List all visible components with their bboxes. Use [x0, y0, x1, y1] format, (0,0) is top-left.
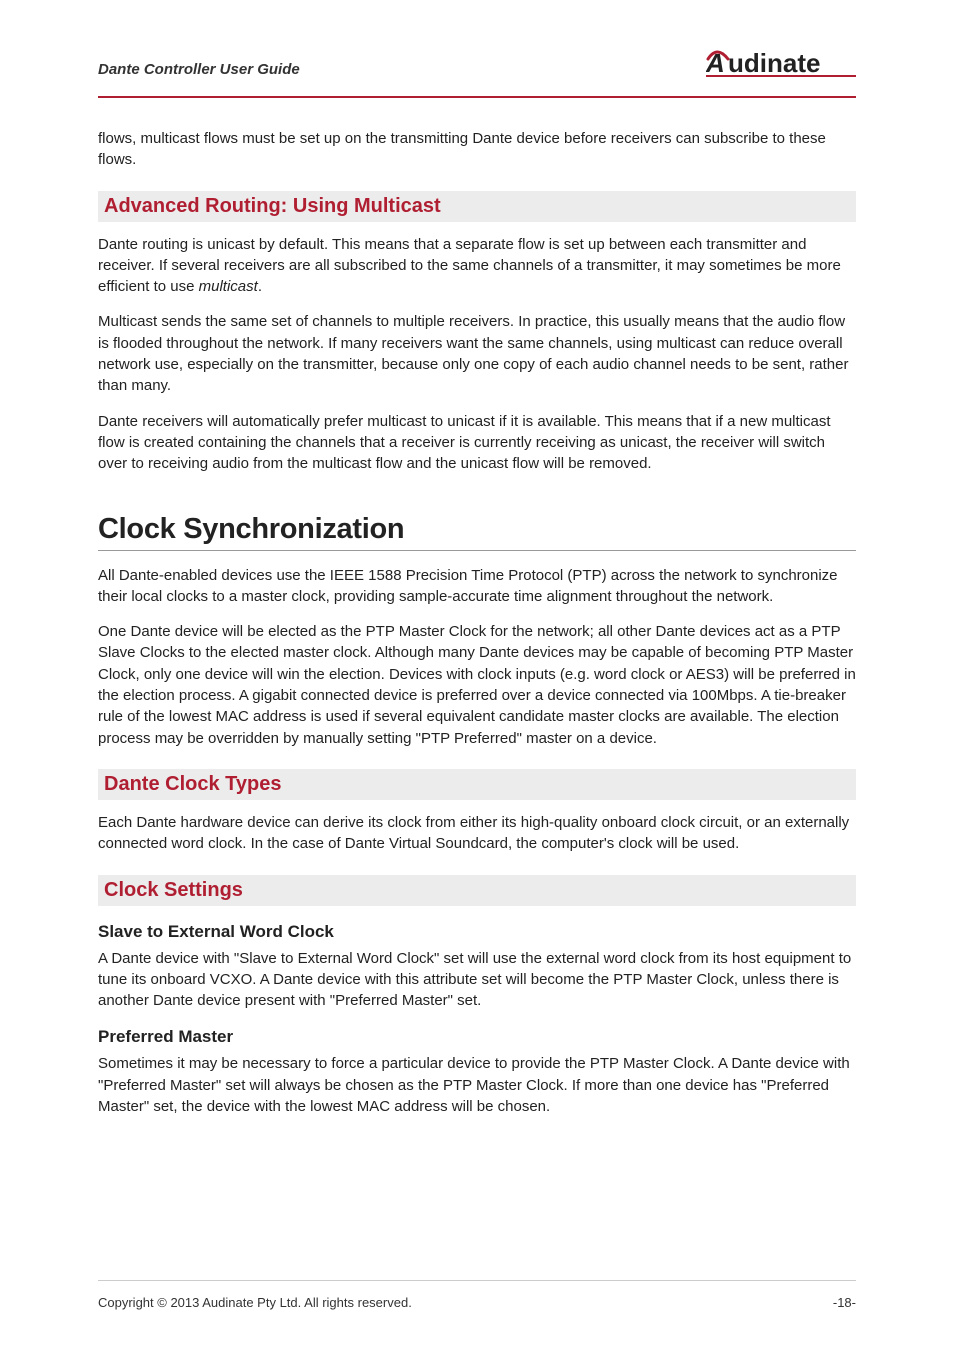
heading-slave-external: Slave to External Word Clock — [98, 922, 856, 942]
page-header: Dante Controller User Guide A udinate — [98, 48, 856, 84]
heading-advanced-routing: Advanced Routing: Using Multicast — [98, 191, 856, 222]
preferred-master-p: Sometimes it may be necessary to force a… — [98, 1053, 856, 1117]
header-title: Dante Controller User Guide — [98, 61, 300, 78]
advanced-routing-p1: Dante routing is unicast by default. Thi… — [98, 234, 856, 298]
page-footer: Copyright © 2013 Audinate Pty Ltd. All r… — [98, 1280, 856, 1310]
clock-types-p1: Each Dante hardware device can derive it… — [98, 812, 856, 855]
audinate-logo-icon: A udinate — [706, 48, 856, 78]
intro-paragraph: flows, multicast flows must be set up on… — [98, 128, 856, 171]
heading-rule — [98, 550, 856, 551]
page: Dante Controller User Guide A udinate fl… — [0, 0, 954, 1350]
header-rule — [98, 96, 856, 98]
footer-page-number: -18- — [833, 1295, 856, 1310]
text-run: . — [258, 278, 262, 295]
heading-clock-types: Dante Clock Types — [98, 769, 856, 800]
clock-sync-p2: One Dante device will be elected as the … — [98, 621, 856, 749]
svg-text:udinate: udinate — [728, 48, 820, 78]
brand-logo: A udinate — [706, 48, 856, 78]
advanced-routing-p2: Multicast sends the same set of channels… — [98, 311, 856, 396]
page-content: flows, multicast flows must be set up on… — [98, 128, 856, 1280]
slave-external-p: A Dante device with "Slave to External W… — [98, 948, 856, 1012]
text-italic: multicast — [199, 278, 258, 295]
heading-preferred-master: Preferred Master — [98, 1027, 856, 1047]
heading-clock-settings: Clock Settings — [98, 875, 856, 906]
clock-sync-p1: All Dante-enabled devices use the IEEE 1… — [98, 565, 856, 608]
advanced-routing-p3: Dante receivers will automatically prefe… — [98, 411, 856, 475]
footer-copyright: Copyright © 2013 Audinate Pty Ltd. All r… — [98, 1295, 412, 1310]
heading-clock-sync: Clock Synchronization — [98, 513, 856, 546]
